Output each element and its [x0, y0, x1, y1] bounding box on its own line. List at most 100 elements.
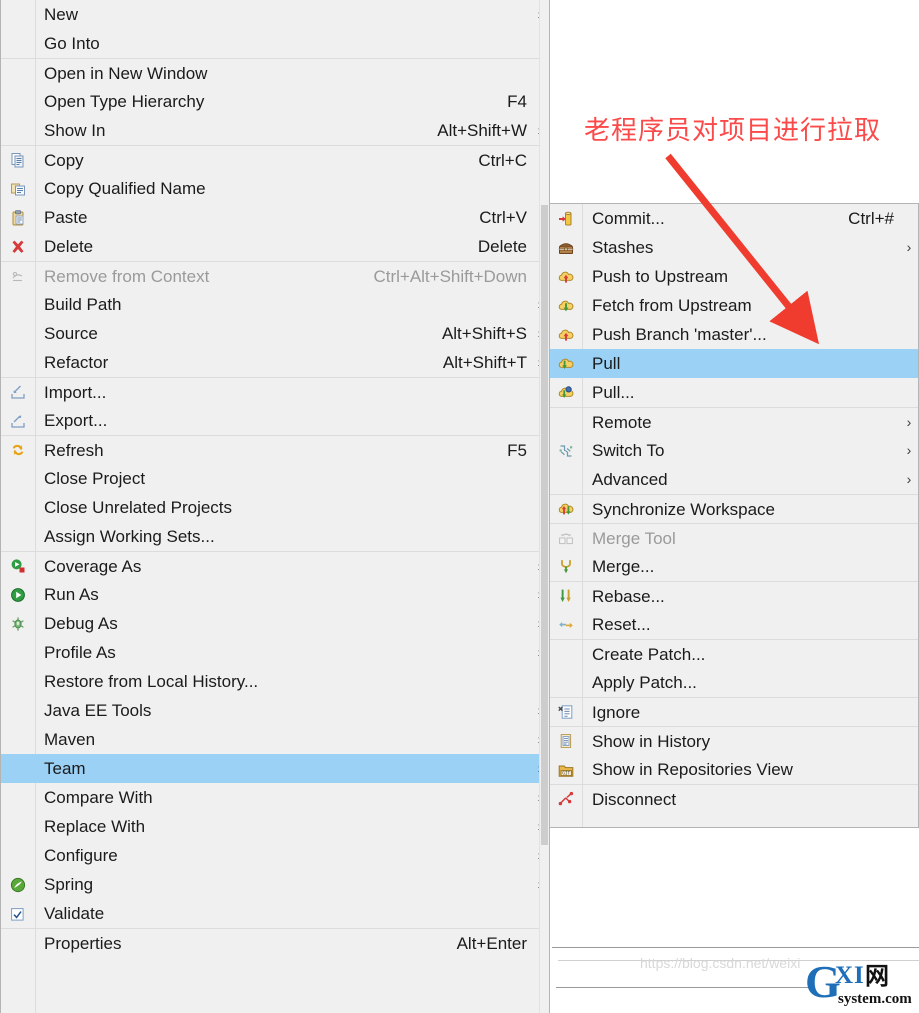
svg-text:GIT: GIT	[562, 770, 570, 776]
menu-item[interactable]: Close Unrelated Projects	[1, 493, 549, 522]
menu-item-icon-empty	[1, 493, 35, 522]
menu-item-accelerator: Alt+Enter	[456, 933, 527, 953]
menu-item-label: Java EE Tools	[44, 701, 152, 720]
menu-item-icon-empty	[550, 408, 582, 436]
menu-item-icon-empty	[1, 464, 35, 493]
menu-item-label: Push to Upstream	[592, 267, 729, 286]
menu-item[interactable]: Show InAlt+Shift+W›	[1, 116, 549, 145]
reset-icon	[550, 610, 582, 639]
menu-item-label: Coverage As	[44, 556, 142, 576]
menu-item[interactable]: Merge...	[550, 552, 918, 581]
menu-item[interactable]: Show in History	[550, 726, 918, 755]
menu-item[interactable]: Replace With›	[1, 812, 549, 841]
menu-item[interactable]: Open in New Window	[1, 58, 549, 87]
menu-item: Remove from Context Ctrl+Alt+Shift+Down	[1, 261, 549, 290]
menu-item[interactable]: SourceAlt+Shift+S›	[1, 319, 549, 348]
team-git-submenu[interactable]: Commit... Ctrl+# Stashes › Push to Upstream F…	[549, 203, 919, 828]
copy-qualified-name-icon	[1, 174, 35, 203]
menu-item-accelerator: Ctrl+#	[848, 209, 894, 228]
menu-item[interactable]: Apply Patch...	[550, 668, 918, 697]
menu-item[interactable]: Compare With›	[1, 783, 549, 812]
watermark-logo-cn: 网	[865, 962, 889, 990]
menu-item-label: Debug As	[44, 614, 118, 633]
menu-item[interactable]: GIT Show in Repositories View	[550, 755, 918, 784]
menu-item[interactable]: Restore from Local History...	[1, 667, 549, 696]
menu-item[interactable]: Close Project	[1, 464, 549, 493]
menu-item-label: Merge Tool	[592, 528, 676, 548]
menu-item[interactable]: Copy Ctrl+C	[1, 145, 549, 174]
project-context-menu[interactable]: New› Go Into Open in New Window Open Type H…	[0, 0, 550, 1013]
menu-item[interactable]: RefactorAlt+Shift+T›	[1, 348, 549, 377]
menu-item-icon-empty	[1, 667, 35, 696]
menu-item[interactable]: Delete Delete	[1, 232, 549, 261]
rebase-icon	[550, 582, 582, 610]
menu-item[interactable]: Pull...	[550, 378, 918, 407]
menu-item-label: Delete	[44, 237, 94, 256]
watermark-logo-i: I	[854, 962, 864, 989]
menu-item[interactable]: Commit... Ctrl+#	[550, 204, 918, 233]
menu-item[interactable]: Copy Qualified Name	[1, 174, 549, 203]
menu-item[interactable]: Open Type Hierarchy F4	[1, 87, 549, 116]
menu-item[interactable]: Configure›	[1, 841, 549, 870]
menu-item[interactable]: Import...	[1, 377, 549, 406]
menu-item-icon-empty	[1, 87, 35, 116]
menu-item[interactable]: Ignore	[550, 697, 918, 726]
menu-item-label: Properties	[44, 933, 122, 953]
menu-item[interactable]: Advanced ›	[550, 465, 918, 494]
menu-item[interactable]: Debug As›	[1, 609, 549, 638]
menu-item-label: Disconnect	[592, 789, 677, 809]
menu-item-icon-empty	[1, 696, 35, 725]
menu-item-label: Commit...	[592, 209, 665, 228]
menu-item[interactable]: Refresh F5	[1, 435, 549, 464]
menu-item-label: Pull	[592, 354, 621, 373]
menu-item[interactable]: Go Into	[1, 29, 549, 58]
menu-item[interactable]: Export...	[1, 406, 549, 435]
merge-tool-icon	[550, 524, 582, 552]
menu-item[interactable]: Switch To ›	[550, 436, 918, 465]
menu-item[interactable]: Paste Ctrl+V	[1, 203, 549, 232]
menu-item[interactable]: Rebase...	[550, 581, 918, 610]
menu-item[interactable]: Properties Alt+Enter	[1, 928, 549, 957]
menu-item[interactable]: Create Patch...	[550, 639, 918, 668]
menu-item[interactable]: Build Path›	[1, 290, 549, 319]
menu-item[interactable]: Synchronize Workspace	[550, 494, 918, 523]
menu-item[interactable]: Run As›	[1, 580, 549, 609]
menu-item[interactable]: Push Branch 'master'...	[550, 320, 918, 349]
menu-item[interactable]: Disconnect	[550, 784, 918, 813]
menu-item-icon-empty	[1, 116, 35, 145]
menu-item-label: Refactor	[44, 353, 109, 372]
menu-item-label: Push Branch 'master'...	[592, 325, 767, 344]
menu-item[interactable]: Java EE Tools›	[1, 696, 549, 725]
menu-item[interactable]: Remote ›	[550, 407, 918, 436]
menu-item-label: Advanced	[592, 470, 668, 489]
menu-item-accelerator: F5	[507, 440, 527, 460]
export-icon	[1, 406, 35, 435]
menu-item[interactable]: Assign Working Sets...	[1, 522, 549, 551]
menu-item[interactable]: Reset...	[550, 610, 918, 639]
menu-scrollbar-thumb[interactable]	[541, 205, 548, 845]
menu-item[interactable]: Coverage As›	[1, 551, 549, 580]
menu-item-label: Copy	[44, 150, 84, 170]
menu-item[interactable]: Pull	[550, 349, 918, 378]
watermark-logo: G X I 网 system.com	[805, 956, 912, 1007]
menu-item[interactable]: Maven›	[1, 725, 549, 754]
menu-item[interactable]: Fetch from Upstream	[550, 291, 918, 320]
menu-item[interactable]: New›	[1, 0, 549, 29]
menu-item-label: Merge...	[592, 557, 655, 576]
pull-icon	[550, 349, 582, 378]
menu-item-icon-empty	[1, 0, 35, 29]
menu-item[interactable]: Profile As›	[1, 638, 549, 667]
paste-icon	[1, 203, 35, 232]
menu-item[interactable]: Team›	[1, 754, 549, 783]
menu-item[interactable]: Validate	[1, 899, 549, 928]
menu-item-accelerator: Alt+Shift+S	[441, 324, 527, 343]
menu-item-icon-empty	[1, 841, 35, 870]
menu-item[interactable]: Spring›	[1, 870, 549, 899]
watermark-logo-sub: system.com	[838, 991, 912, 1007]
menu-item[interactable]: Push to Upstream	[550, 262, 918, 291]
copy-icon	[1, 146, 35, 174]
menu-item[interactable]: Stashes ›	[550, 233, 918, 262]
menu-item-label: Paste	[44, 208, 88, 227]
menu-item-icon-empty	[1, 59, 35, 87]
menu-scrollbar[interactable]	[539, 0, 549, 1013]
